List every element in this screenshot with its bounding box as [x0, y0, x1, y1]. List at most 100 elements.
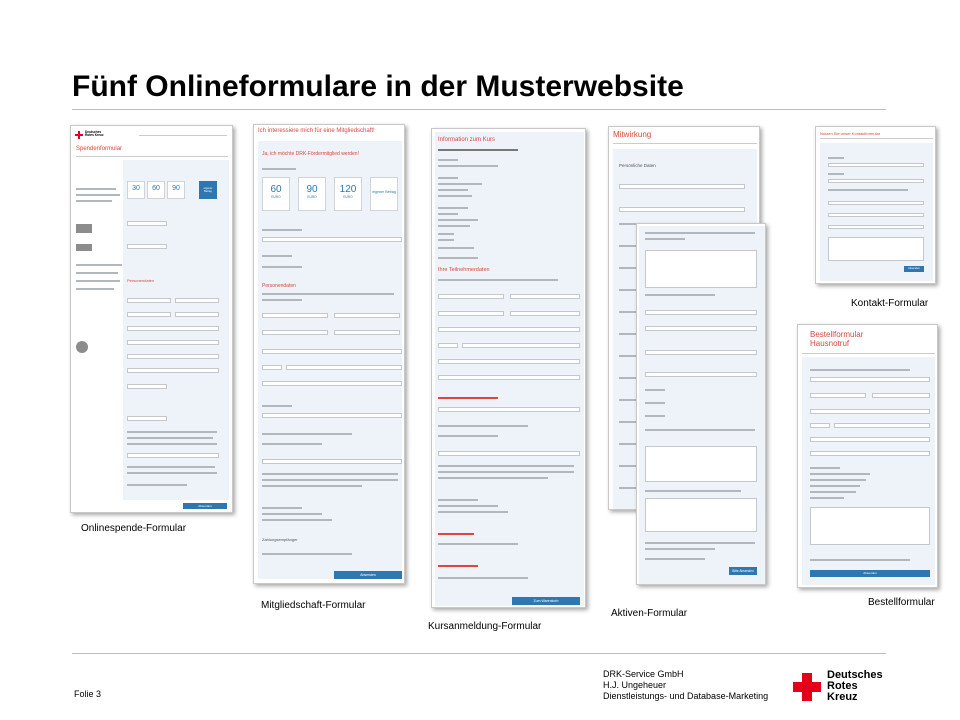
sender-line: H.J. Ungeheuer: [603, 680, 667, 690]
mitglied-heading: Ich interessiere mich für eine Mitglieds…: [258, 128, 375, 134]
aktiv-front-text: [645, 548, 715, 550]
mitglied-amount-box[interactable]: 60 EURO: [262, 177, 290, 211]
bestell-textarea[interactable]: [810, 507, 930, 545]
mitglied-field[interactable]: [262, 349, 402, 354]
bestell-form-text: [810, 369, 910, 371]
bestell-submit-button[interactable]: Absenden: [810, 570, 930, 577]
spende-amount-other-box[interactable]: eigener Betrag: [199, 181, 217, 199]
kontakt-form-thumbnail: Nutzen Sie unser Kontaktformular Absende…: [815, 126, 936, 284]
spende-field[interactable]: [127, 453, 219, 458]
mitglied-field[interactable]: [262, 237, 402, 242]
spende-amount-box[interactable]: 90: [167, 181, 185, 199]
kontakt-field[interactable]: [828, 213, 924, 217]
spende-field[interactable]: [127, 244, 167, 249]
bestell-field[interactable]: [810, 437, 930, 442]
kurs-field[interactable]: [462, 343, 580, 348]
spende-field[interactable]: [127, 340, 219, 345]
mitglied-form-text: [262, 229, 302, 231]
spende-field[interactable]: [127, 368, 219, 373]
kurs-form-text: [438, 465, 574, 467]
mitglied-submit-button[interactable]: Absenden: [334, 571, 402, 579]
caption-kurs: Kursanmeldung-Formular: [428, 621, 542, 632]
bestell-field[interactable]: [810, 423, 830, 428]
kurs-field[interactable]: [438, 343, 458, 348]
spende-field[interactable]: [127, 221, 167, 226]
mitglied-field[interactable]: [262, 381, 402, 386]
aktiv-front-field[interactable]: [645, 310, 757, 315]
aktiv-front-field[interactable]: [645, 326, 757, 331]
spende-field[interactable]: [127, 326, 219, 331]
kurs-field[interactable]: [510, 294, 580, 299]
aktiv-field[interactable]: [619, 207, 745, 212]
mitglied-amount-box[interactable]: 120 EURO: [334, 177, 362, 211]
aktiv-front-text: [645, 238, 685, 240]
kontakt-textarea[interactable]: [828, 237, 924, 261]
spende-form-text: [127, 466, 215, 468]
kurs-field[interactable]: [438, 327, 580, 332]
kurs-field[interactable]: [438, 294, 504, 299]
sender-line: DRK-Service GmbH: [603, 669, 684, 679]
aktiv-front-textarea[interactable]: [645, 250, 757, 288]
bestell-field[interactable]: [810, 393, 866, 398]
kurs-field[interactable]: [438, 407, 580, 412]
kurs-info-text: [438, 219, 478, 221]
aktiv-front-textarea[interactable]: [645, 498, 757, 532]
kurs-form-text: [438, 505, 498, 507]
spende-field[interactable]: [127, 298, 171, 303]
bestell-field[interactable]: [810, 409, 930, 414]
kurs-submit-button[interactable]: Zum Warenkorb: [512, 597, 580, 605]
spende-field[interactable]: [127, 416, 167, 421]
mitglied-field[interactable]: [262, 459, 402, 464]
spende-amount-value: 60: [152, 185, 160, 192]
kontakt-field[interactable]: [828, 179, 924, 183]
spende-field[interactable]: [127, 384, 167, 389]
bestell-form-text: [810, 479, 866, 481]
kurs-info-text: [438, 239, 454, 241]
kurs-field[interactable]: [510, 311, 580, 316]
aktiv-form-thumbnail-front: Bitte Absenden: [636, 223, 766, 585]
kontakt-field[interactable]: [828, 163, 924, 167]
mitglied-subheading: Ja, ich möchte DRK-Fördermitglied werden…: [262, 151, 359, 157]
spende-field[interactable]: [127, 312, 171, 317]
spende-field[interactable]: [175, 312, 219, 317]
kontakt-field[interactable]: [828, 225, 924, 229]
mitglied-field[interactable]: [262, 313, 328, 318]
mitglied-submit-label: Absenden: [360, 573, 376, 577]
mitglied-amount-other-box[interactable]: eigener Betrag: [370, 177, 398, 211]
bestell-field[interactable]: [810, 377, 930, 382]
spende-amount-box[interactable]: 30: [127, 181, 145, 199]
kurs-field[interactable]: [438, 359, 580, 364]
kontakt-field[interactable]: [828, 201, 924, 205]
mitglied-field[interactable]: [286, 365, 402, 370]
kurs-field[interactable]: [438, 311, 504, 316]
aktiv-submit-button[interactable]: Bitte Absenden: [729, 567, 757, 575]
slide-title: Fünf Onlineformulare in der Musterwebsit…: [72, 70, 684, 103]
bestell-field[interactable]: [834, 423, 930, 428]
bestell-field[interactable]: [810, 451, 930, 456]
spende-field[interactable]: [175, 298, 219, 303]
kurs-field[interactable]: [438, 451, 580, 456]
mitglied-field[interactable]: [334, 313, 400, 318]
spende-field[interactable]: [127, 354, 219, 359]
caption-kontakt: Kontakt-Formular: [851, 298, 929, 309]
aktiv-front-textarea[interactable]: [645, 446, 757, 482]
spende-submit-button[interactable]: Absenden: [183, 503, 227, 509]
mitglied-amount-box[interactable]: 90 EURO: [298, 177, 326, 211]
mitglied-field[interactable]: [262, 365, 282, 370]
kurs-field[interactable]: [438, 375, 580, 380]
mitglied-form-text: [262, 299, 302, 301]
spende-sidebar-text: [76, 272, 118, 274]
spende-amount-box[interactable]: 60: [147, 181, 165, 199]
spende-section-person: Personendaten: [127, 278, 155, 283]
kontakt-submit-button[interactable]: Absenden: [904, 266, 924, 272]
aktiv-field[interactable]: [619, 184, 745, 189]
aktiv-front-field[interactable]: [645, 350, 757, 355]
mitglied-field[interactable]: [334, 330, 400, 335]
mitglied-field[interactable]: [262, 413, 402, 418]
aktiv-submit-label: Bitte Absenden: [732, 569, 754, 573]
bestell-field[interactable]: [872, 393, 930, 398]
spende-heading-rule: [76, 156, 228, 157]
mitglied-field[interactable]: [262, 330, 328, 335]
mitglied-form-text: [262, 473, 398, 475]
aktiv-front-field[interactable]: [645, 372, 757, 377]
